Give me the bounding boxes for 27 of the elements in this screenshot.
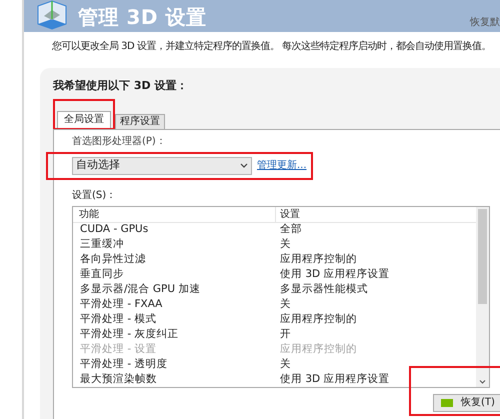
- tab[interactable]: 全局设置: [57, 110, 111, 128]
- restore-button[interactable]: 恢复(T): [433, 394, 500, 412]
- manage-update-link[interactable]: 管理更新...: [257, 158, 307, 173]
- gpu-label: 首选图形处理器(P)：: [72, 134, 167, 148]
- table-row[interactable]: 平滑处理 - 灰度纠正 开: [73, 328, 476, 342]
- chevron-down-icon: [479, 380, 486, 384]
- description-text: 您可以更改全局 3D 设置，并建立特定程序的置换值。 每次这些特定程序启动时，都会自动使用置换值。: [51, 40, 492, 54]
- table-row[interactable]: 最大预渲染帧数 使用 3D 应用程序设置: [73, 372, 476, 388]
- table-row[interactable]: 平滑处理 - 透明度 关: [73, 358, 476, 372]
- tab[interactable]: 程序设置: [115, 114, 165, 128]
- table-row[interactable]: CUDA - GPUs 全部: [73, 222, 476, 238]
- column-header[interactable]: 设置: [276, 206, 300, 222]
- column-header[interactable]: 功能: [73, 206, 276, 222]
- settings-label: 设置(S)：: [72, 188, 118, 202]
- table-row[interactable]: 垂直同步 使用 3D 应用程序设置: [73, 268, 476, 282]
- gpu-select[interactable]: 自动选择: [72, 156, 252, 174]
- scrollbar-thumb[interactable]: [478, 209, 487, 304]
- page-title: 管理 3D 设置: [78, 4, 206, 31]
- restore-defaults-link[interactable]: 恢复默: [470, 15, 500, 30]
- panel-heading: 我希望使用以下 3D 设置：: [53, 78, 188, 94]
- table-row[interactable]: 平滑处理 - 模式 应用程序控制的: [73, 312, 476, 328]
- scrollbar[interactable]: [476, 206, 489, 386]
- table-row[interactable]: 平滑处理 - FXAA 关: [73, 298, 476, 312]
- chevron-down-icon: [240, 163, 248, 168]
- table-row[interactable]: 多显示器/混合 GPU 加速 多显示器性能模式: [73, 282, 476, 298]
- table-row[interactable]: 各向异性过滤 应用程序控制的: [73, 252, 476, 268]
- table-row[interactable]: 三重缓冲 关: [73, 238, 476, 252]
